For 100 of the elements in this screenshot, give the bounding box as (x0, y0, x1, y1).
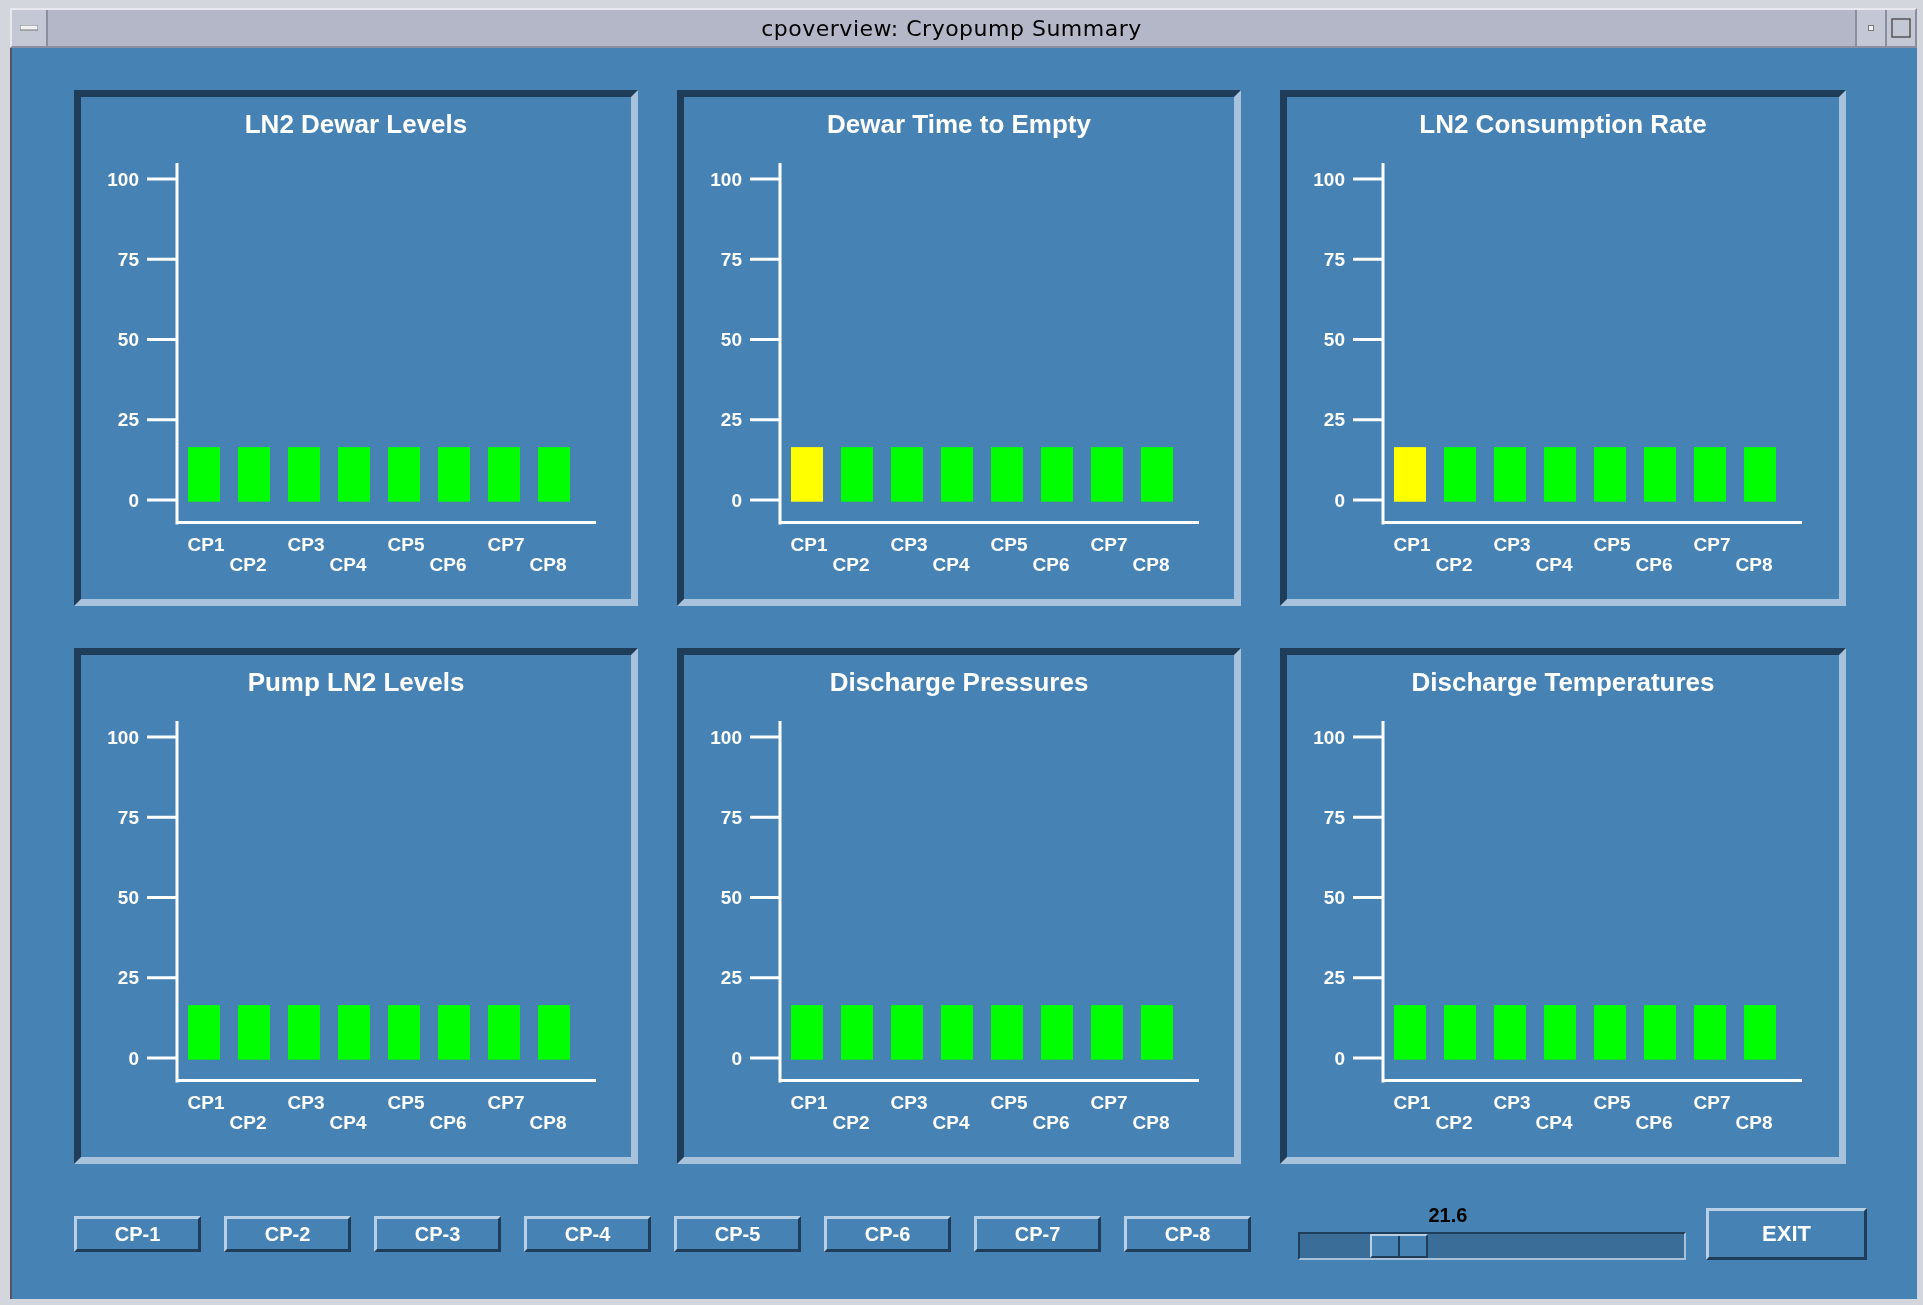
tick-label: 25 (720, 967, 742, 989)
tick-label: 100 (710, 168, 742, 190)
category-label: CP4 (932, 1112, 970, 1133)
category-label: CP2 (229, 1112, 267, 1133)
category-label: CP4 (329, 1112, 367, 1133)
category-label: CP5 (990, 1092, 1028, 1113)
slider-reading: 21.6 (1428, 1204, 1468, 1227)
category-label: CP2 (1435, 554, 1473, 575)
category-label: CP1 (1393, 534, 1431, 555)
category-label: CP2 (1435, 1112, 1473, 1133)
category-label: CP1 (1393, 1092, 1431, 1113)
category-label: CP3 (890, 534, 928, 555)
category-label: CP6 (1032, 1112, 1070, 1133)
category-label: CP8 (1735, 554, 1773, 575)
tick-label: 75 (1323, 248, 1345, 270)
tick-label: 50 (117, 887, 139, 908)
category-label: CP3 (287, 1092, 325, 1113)
category-label: CP6 (429, 554, 467, 575)
tick-label: 50 (720, 329, 742, 350)
category-label: CP6 (1635, 554, 1673, 575)
category-label: CP8 (1735, 1112, 1773, 1133)
chart-title: LN2 Consumption Rate (1419, 109, 1707, 141)
tick-label: 0 (128, 489, 139, 511)
tick-label: 100 (1313, 168, 1345, 190)
category-label: CP7 (1090, 534, 1128, 555)
chart-title: Pump LN2 Levels (247, 667, 465, 699)
exit-button[interactable]: EXIT (1706, 1208, 1867, 1260)
category-label: CP7 (1090, 1092, 1128, 1113)
category-label: CP4 (932, 554, 970, 575)
category-label: CP5 (1593, 1092, 1631, 1113)
tick-label: 0 (731, 489, 742, 511)
category-label: CP4 (329, 554, 367, 575)
category-label: CP1 (187, 534, 225, 555)
category-label: CP6 (429, 1112, 467, 1133)
category-label: CP7 (1693, 534, 1731, 555)
category-label: CP3 (287, 534, 325, 555)
pump-button[interactable]: CP-7 (974, 1216, 1101, 1252)
category-label: CP1 (790, 1092, 828, 1113)
category-label: CP7 (487, 1092, 525, 1113)
category-label: CP5 (387, 1092, 425, 1113)
category-label: CP5 (387, 534, 425, 555)
category-label: CP2 (229, 554, 267, 575)
tick-label: 25 (117, 409, 139, 431)
window-menu-button[interactable] (12, 10, 48, 46)
minimize-button[interactable] (1855, 10, 1885, 46)
category-label: CP7 (1693, 1092, 1731, 1113)
chart-title: Dewar Time to Empty (827, 109, 1091, 141)
tick-label: 75 (720, 806, 742, 828)
tick-label: 50 (720, 887, 742, 908)
slider-thumb[interactable] (1370, 1234, 1429, 1258)
tick-label: 100 (107, 168, 139, 190)
tick-label: 0 (128, 1047, 139, 1069)
category-label: CP2 (832, 554, 870, 575)
pump-button[interactable]: CP-4 (524, 1216, 651, 1252)
tick-label: 100 (710, 726, 742, 748)
minus-icon (20, 25, 38, 31)
tick-label: 25 (1323, 967, 1345, 989)
tick-label: 0 (1334, 489, 1345, 511)
tick-label: 75 (1323, 806, 1345, 828)
pump-button[interactable]: CP-1 (74, 1216, 201, 1252)
category-label: CP1 (187, 1092, 225, 1113)
category-label: CP5 (990, 534, 1028, 555)
tick-label: 75 (117, 248, 139, 270)
slider-track[interactable] (1298, 1232, 1686, 1260)
category-label: CP8 (529, 1112, 567, 1133)
chart-title: Discharge Pressures (829, 667, 1089, 699)
category-label: CP4 (1535, 554, 1573, 575)
category-label: CP1 (790, 534, 828, 555)
square-icon (1891, 18, 1911, 38)
pump-button[interactable]: CP-2 (224, 1216, 351, 1252)
category-label: CP3 (890, 1092, 928, 1113)
tick-label: 0 (1334, 1047, 1345, 1069)
tick-label: 75 (117, 806, 139, 828)
pump-button[interactable]: CP-6 (824, 1216, 951, 1252)
window-title: cpoverview: Cryopump Summary (760, 14, 1143, 43)
tick-label: 25 (117, 967, 139, 989)
tick-label: 50 (117, 329, 139, 350)
category-label: CP8 (1132, 554, 1170, 575)
tick-label: 100 (107, 726, 139, 748)
chart-title: Discharge Temperatures (1411, 667, 1715, 699)
tick-label: 25 (1323, 409, 1345, 431)
tick-label: 0 (731, 1047, 742, 1069)
tick-label: 100 (1313, 726, 1345, 748)
pump-button[interactable]: CP-3 (374, 1216, 501, 1252)
category-label: CP7 (487, 534, 525, 555)
category-label: CP3 (1493, 1092, 1531, 1113)
tick-label: 50 (1323, 887, 1345, 908)
chart-title: LN2 Dewar Levels (244, 109, 468, 141)
tick-label: 50 (1323, 329, 1345, 350)
maximize-button[interactable] (1885, 10, 1915, 46)
category-label: CP8 (529, 554, 567, 575)
category-label: CP2 (832, 1112, 870, 1133)
category-label: CP5 (1593, 534, 1631, 555)
tick-label: 25 (720, 409, 742, 431)
category-label: CP6 (1635, 1112, 1673, 1133)
category-label: CP8 (1132, 1112, 1170, 1133)
category-label: CP3 (1493, 534, 1531, 555)
pump-button[interactable]: CP-8 (1124, 1216, 1251, 1252)
pump-button[interactable]: CP-5 (674, 1216, 801, 1252)
category-label: CP6 (1032, 554, 1070, 575)
